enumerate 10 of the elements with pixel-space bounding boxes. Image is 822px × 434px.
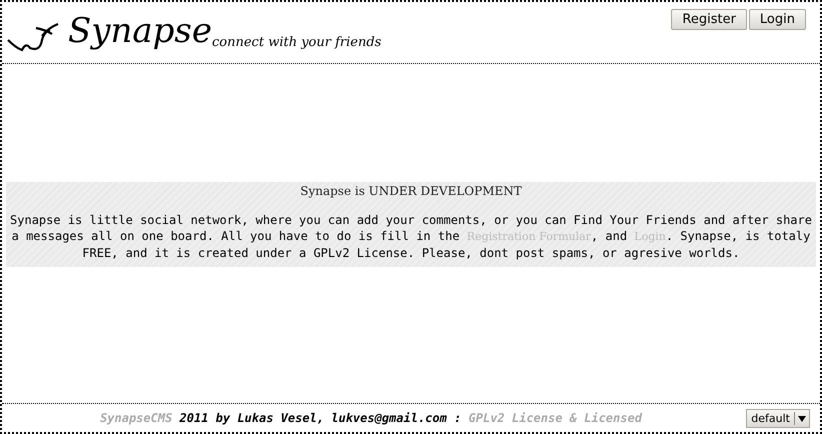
tagline: connect with your friends bbox=[212, 34, 382, 52]
link[interactable]: SynapseCMS bbox=[100, 411, 172, 425]
theme-select[interactable]: default bbox=[746, 409, 810, 428]
login-button[interactable]: Login bbox=[748, 9, 806, 30]
notice-title: Synapse is UNDER DEVELOPMENT bbox=[299, 184, 523, 198]
caret-icon bbox=[795, 414, 809, 422]
site-logo-text: Synapse bbox=[68, 10, 212, 53]
footer-credits: SynapseCMS 2011 by Lukas Vesel, lukves@gmail.com : GPLv2 License & Licensed bbox=[100, 411, 642, 425]
register-button[interactable]: Register bbox=[671, 9, 747, 30]
link[interactable]: GPLv2 License & Licensed bbox=[468, 411, 642, 425]
